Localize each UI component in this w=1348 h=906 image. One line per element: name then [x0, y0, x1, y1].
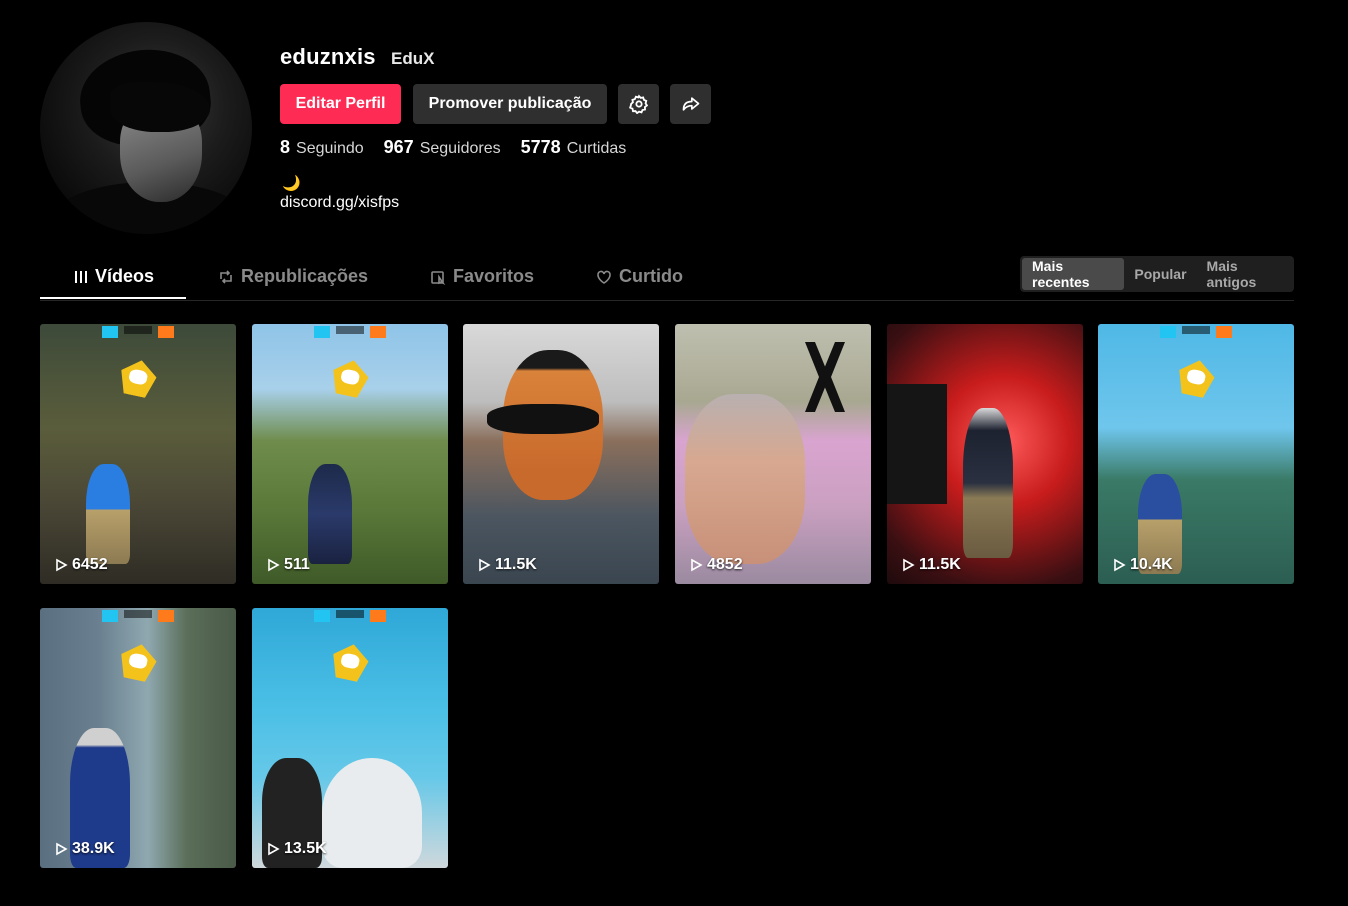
stat-following[interactable]: 8 Seguindo: [280, 137, 364, 158]
promote-post-button[interactable]: Promover publicação: [413, 84, 607, 124]
sort-popular[interactable]: Popular: [1124, 258, 1196, 290]
tab-label: Favoritos: [453, 266, 535, 286]
video-views: 13.5K: [266, 840, 327, 858]
game-hud: [252, 324, 448, 340]
play-icon: [268, 842, 280, 856]
sunglasses: [487, 404, 599, 434]
avatar-bangs: [110, 82, 210, 132]
video-card[interactable]: 4852: [675, 324, 871, 584]
video-views: 4852: [689, 556, 743, 574]
player-figure: [308, 464, 352, 564]
stat-likes: 5778 Curtidas: [521, 137, 627, 158]
play-icon: [691, 558, 703, 572]
play-icon: [479, 558, 491, 572]
share-icon: [682, 97, 699, 111]
tab-reposts[interactable]: Republicações: [218, 266, 368, 287]
play-icon: [56, 842, 68, 856]
video-views: 38.9K: [54, 840, 115, 858]
player-figure: [963, 408, 1013, 558]
sort-oldest[interactable]: Mais antigos: [1197, 258, 1292, 290]
game-hud: [252, 608, 448, 624]
video-card[interactable]: 11.5K: [463, 324, 659, 584]
username: eduznxis: [280, 44, 376, 69]
bio-link[interactable]: discord.gg/xisfps: [280, 194, 399, 212]
video-card[interactable]: 6452: [40, 324, 236, 584]
view-count: 6452: [72, 556, 108, 573]
emblem-graphic: [329, 641, 372, 684]
view-count: 10.4K: [1130, 556, 1173, 573]
stat-label: Seguindo: [296, 140, 364, 157]
tab-videos[interactable]: Vídeos: [74, 266, 154, 287]
avatar[interactable]: [40, 22, 252, 234]
tab-label: Republicações: [241, 266, 369, 286]
tab-liked[interactable]: Curtido: [596, 266, 683, 287]
view-count: 11.5K: [495, 556, 537, 573]
emblem-graphic: [1175, 357, 1218, 400]
game-hud: [1098, 324, 1294, 340]
heart-icon: [597, 270, 611, 284]
share-button[interactable]: [670, 84, 711, 124]
video-views: 11.5K: [901, 556, 961, 574]
emblem-graphic: [117, 357, 160, 400]
repost-icon: [220, 269, 232, 284]
stat-label: Curtidas: [566, 140, 627, 157]
settings-button[interactable]: [618, 84, 659, 124]
view-count: 11.5K: [919, 556, 961, 573]
video-card[interactable]: 38.9K: [40, 608, 236, 868]
person-face: [685, 394, 805, 564]
video-card[interactable]: 511: [252, 324, 448, 584]
emblem-graphic: [329, 357, 372, 400]
player-figure: [86, 464, 130, 564]
bio-moon-emoji: 🌙: [282, 175, 301, 192]
view-count: 4852: [707, 556, 743, 573]
video-card[interactable]: 10.4K: [1098, 324, 1294, 584]
bookmark-icon: [431, 270, 446, 285]
stat-value: 8: [280, 137, 291, 157]
edit-profile-button[interactable]: Editar Perfil: [280, 84, 401, 124]
play-icon: [56, 558, 68, 572]
overlay-menu: [887, 384, 947, 504]
game-hud: [40, 324, 236, 340]
nickname: EduX: [391, 49, 435, 68]
profile-page: eduznxis EduX Editar Perfil Promover pub…: [0, 0, 1348, 906]
view-count: 13.5K: [284, 840, 327, 857]
tab-label: Vídeos: [95, 266, 155, 286]
emblem-graphic: [117, 641, 160, 684]
play-icon: [268, 558, 280, 572]
video-card[interactable]: 13.5K: [252, 608, 448, 868]
stat-value: 5778: [520, 137, 561, 157]
play-icon: [903, 558, 915, 572]
video-views: 10.4K: [1112, 556, 1173, 574]
stat-value: 967: [383, 137, 414, 157]
rock-shape: [322, 758, 422, 868]
active-tab-indicator: [40, 297, 186, 299]
sort-latest[interactable]: Mais recentes: [1022, 258, 1125, 290]
stat-label: Seguidores: [419, 140, 501, 157]
video-card[interactable]: 11.5K: [887, 324, 1083, 584]
gear-icon: [628, 94, 648, 114]
play-icon: [1114, 558, 1126, 572]
grid-icon: [75, 270, 87, 283]
tab-label: Curtido: [619, 266, 683, 286]
view-count: 38.9K: [72, 840, 115, 857]
stat-followers[interactable]: 967 Seguidores: [384, 137, 501, 158]
video-views: 6452: [54, 556, 108, 574]
sort-toggle: Mais recentes Popular Mais antigos: [1020, 256, 1294, 292]
game-hud: [40, 608, 236, 624]
view-count: 511: [284, 556, 310, 573]
profile-stats: 8 Seguindo 967 Seguidores 5778 Curtidas: [280, 137, 646, 158]
video-views: 511: [266, 556, 310, 574]
tab-favorites[interactable]: Favoritos: [430, 266, 534, 287]
x-logo: [805, 342, 845, 412]
video-views: 11.5K: [477, 556, 537, 574]
